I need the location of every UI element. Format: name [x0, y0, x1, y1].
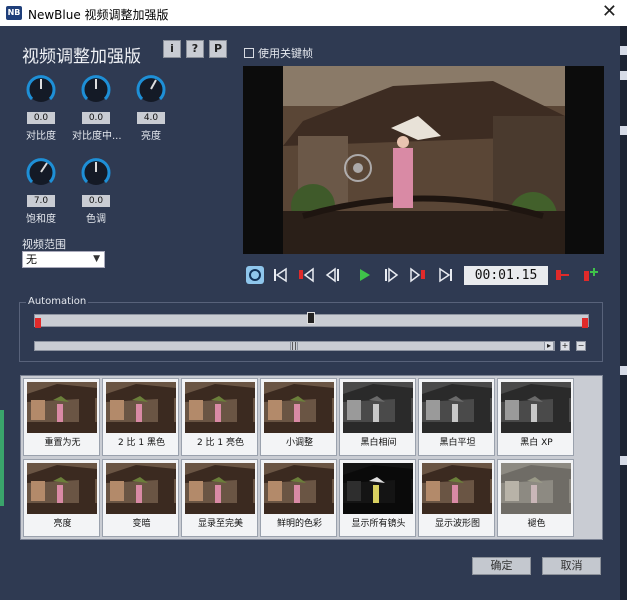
hue-value[interactable]: 0.0 [82, 195, 110, 207]
contrast-knob[interactable] [24, 72, 58, 106]
preset-tile[interactable]: 小调整 [260, 378, 337, 456]
preset-tile[interactable]: 黑白平坦 [418, 378, 495, 456]
preset-tile[interactable]: 亮度 [23, 459, 100, 537]
preset-label: 鲜明的色彩 [276, 519, 322, 529]
zoom-out-icon[interactable]: − [576, 341, 586, 351]
ok-button[interactable]: 确定 [472, 557, 531, 575]
preset-label: 亮度 [53, 519, 72, 529]
preset-thumbnail [106, 463, 176, 514]
preset-tile[interactable]: 黑白相间 [339, 378, 416, 456]
preset-tile[interactable]: 显示所有镜头 [339, 459, 416, 537]
add-keyframe-icon[interactable] [581, 265, 599, 285]
cancel-button[interactable]: 取消 [542, 557, 601, 575]
preset-thumbnail [501, 463, 571, 514]
title-bar: NB NewBlue 视频调整加强版 ✕ [0, 0, 627, 26]
preset-label: 黑白平坦 [439, 438, 476, 448]
brightness-value[interactable]: 4.0 [137, 112, 165, 124]
preset-tile[interactable]: 黑白 XP [497, 378, 574, 456]
remove-keyframe-icon[interactable] [553, 265, 571, 285]
video-range-value: 无 [26, 253, 37, 266]
playhead-handle[interactable] [307, 312, 315, 324]
automation-label: Automation [26, 296, 89, 307]
preset-thumbnail [185, 382, 255, 433]
go-start-icon[interactable] [271, 265, 289, 285]
preset-label: 显录至完美 [197, 519, 243, 529]
preset-label: 褪色 [527, 519, 546, 529]
next-keyframe-icon[interactable] [409, 265, 427, 285]
page-title: 视频调整加强版 [22, 47, 141, 67]
contrast-mid-label: 对比度中... [72, 131, 122, 142]
step-forward-icon[interactable] [383, 265, 401, 285]
preset-label: 小调整 [285, 438, 313, 448]
preset-button[interactable]: P [209, 40, 227, 58]
hue-label: 色调 [86, 214, 106, 225]
preset-thumbnail [27, 463, 97, 514]
saturation-label: 饱和度 [26, 214, 56, 225]
info-button[interactable]: i [163, 40, 181, 58]
background-window-edge-left [0, 410, 4, 506]
step-back-icon[interactable] [323, 265, 341, 285]
video-range-label: 视频范围 [22, 238, 66, 251]
preset-thumbnail [264, 382, 334, 433]
brightness-label: 亮度 [141, 131, 161, 142]
video-preview [243, 66, 604, 254]
saturation-value[interactable]: 7.0 [27, 195, 55, 207]
preset-thumbnail [422, 382, 492, 433]
preset-tile[interactable]: 鲜明的色彩 [260, 459, 337, 537]
prev-keyframe-icon[interactable] [297, 265, 315, 285]
zoom-in-icon[interactable]: + [560, 341, 570, 351]
preset-tile[interactable]: 褪色 [497, 459, 574, 537]
timecode-display[interactable]: 00:01.15 [464, 266, 548, 285]
keyframe-marker-end[interactable] [582, 318, 588, 328]
preset-thumbnail [106, 382, 176, 433]
newblue-app-icon: NB [6, 6, 22, 20]
preset-tile[interactable]: 2 比 1 亮色 [181, 378, 258, 456]
preset-label: 2 比 1 黑色 [117, 438, 166, 448]
preset-tile[interactable]: 变暗 [102, 459, 179, 537]
preset-label: 2 比 1 亮色 [196, 438, 245, 448]
preset-label: 显示波形图 [434, 519, 480, 529]
contrast-value[interactable]: 0.0 [27, 112, 55, 124]
scroll-thumb[interactable]: || [290, 341, 298, 351]
preset-thumbnail [264, 463, 334, 514]
go-end-icon[interactable] [437, 265, 455, 285]
contrast-mid-knob[interactable] [79, 72, 113, 106]
preset-tile[interactable]: 显录至完美 [181, 459, 258, 537]
preset-thumbnail [185, 463, 255, 514]
play-icon[interactable] [355, 265, 373, 285]
hue-knob[interactable] [79, 155, 113, 189]
video-range-select[interactable]: 无 ▼ [22, 251, 105, 268]
close-icon[interactable]: ✕ [602, 2, 617, 22]
preset-thumbnail [27, 382, 97, 433]
preset-label: 重置为无 [44, 438, 81, 448]
preset-thumbnail [343, 463, 413, 514]
preset-thumbnail [343, 382, 413, 433]
preset-label: 显示所有镜头 [351, 519, 406, 529]
saturation-knob[interactable] [24, 155, 58, 189]
automation-group [19, 302, 603, 362]
use-keyframes-checkbox[interactable]: 使用关键帧 [244, 45, 313, 61]
brightness-knob[interactable] [134, 72, 168, 106]
preset-tile[interactable]: 2 比 1 黑色 [102, 378, 179, 456]
contrast-mid-value[interactable]: 0.0 [82, 112, 110, 124]
window-title: NewBlue 视频调整加强版 [28, 8, 169, 22]
preset-label: 变暗 [132, 519, 151, 529]
scroll-right-icon[interactable]: ▸ [544, 341, 554, 351]
keyframe-marker-start[interactable] [35, 318, 41, 328]
contrast-label: 对比度 [26, 131, 56, 142]
use-keyframes-label: 使用关键帧 [258, 47, 313, 60]
checkbox-box[interactable] [244, 48, 254, 58]
background-window-edge [620, 26, 627, 600]
chevron-down-icon: ▼ [93, 254, 100, 264]
preset-thumbnail [422, 463, 492, 514]
preset-thumbnail [501, 382, 571, 433]
preset-label: 黑白 XP [520, 438, 553, 448]
loop-icon[interactable] [245, 265, 265, 285]
help-button[interactable]: ? [186, 40, 204, 58]
preset-tile[interactable]: 重置为无 [23, 378, 100, 456]
preset-label: 黑白相间 [360, 438, 397, 448]
preset-tile[interactable]: 显示波形图 [418, 459, 495, 537]
